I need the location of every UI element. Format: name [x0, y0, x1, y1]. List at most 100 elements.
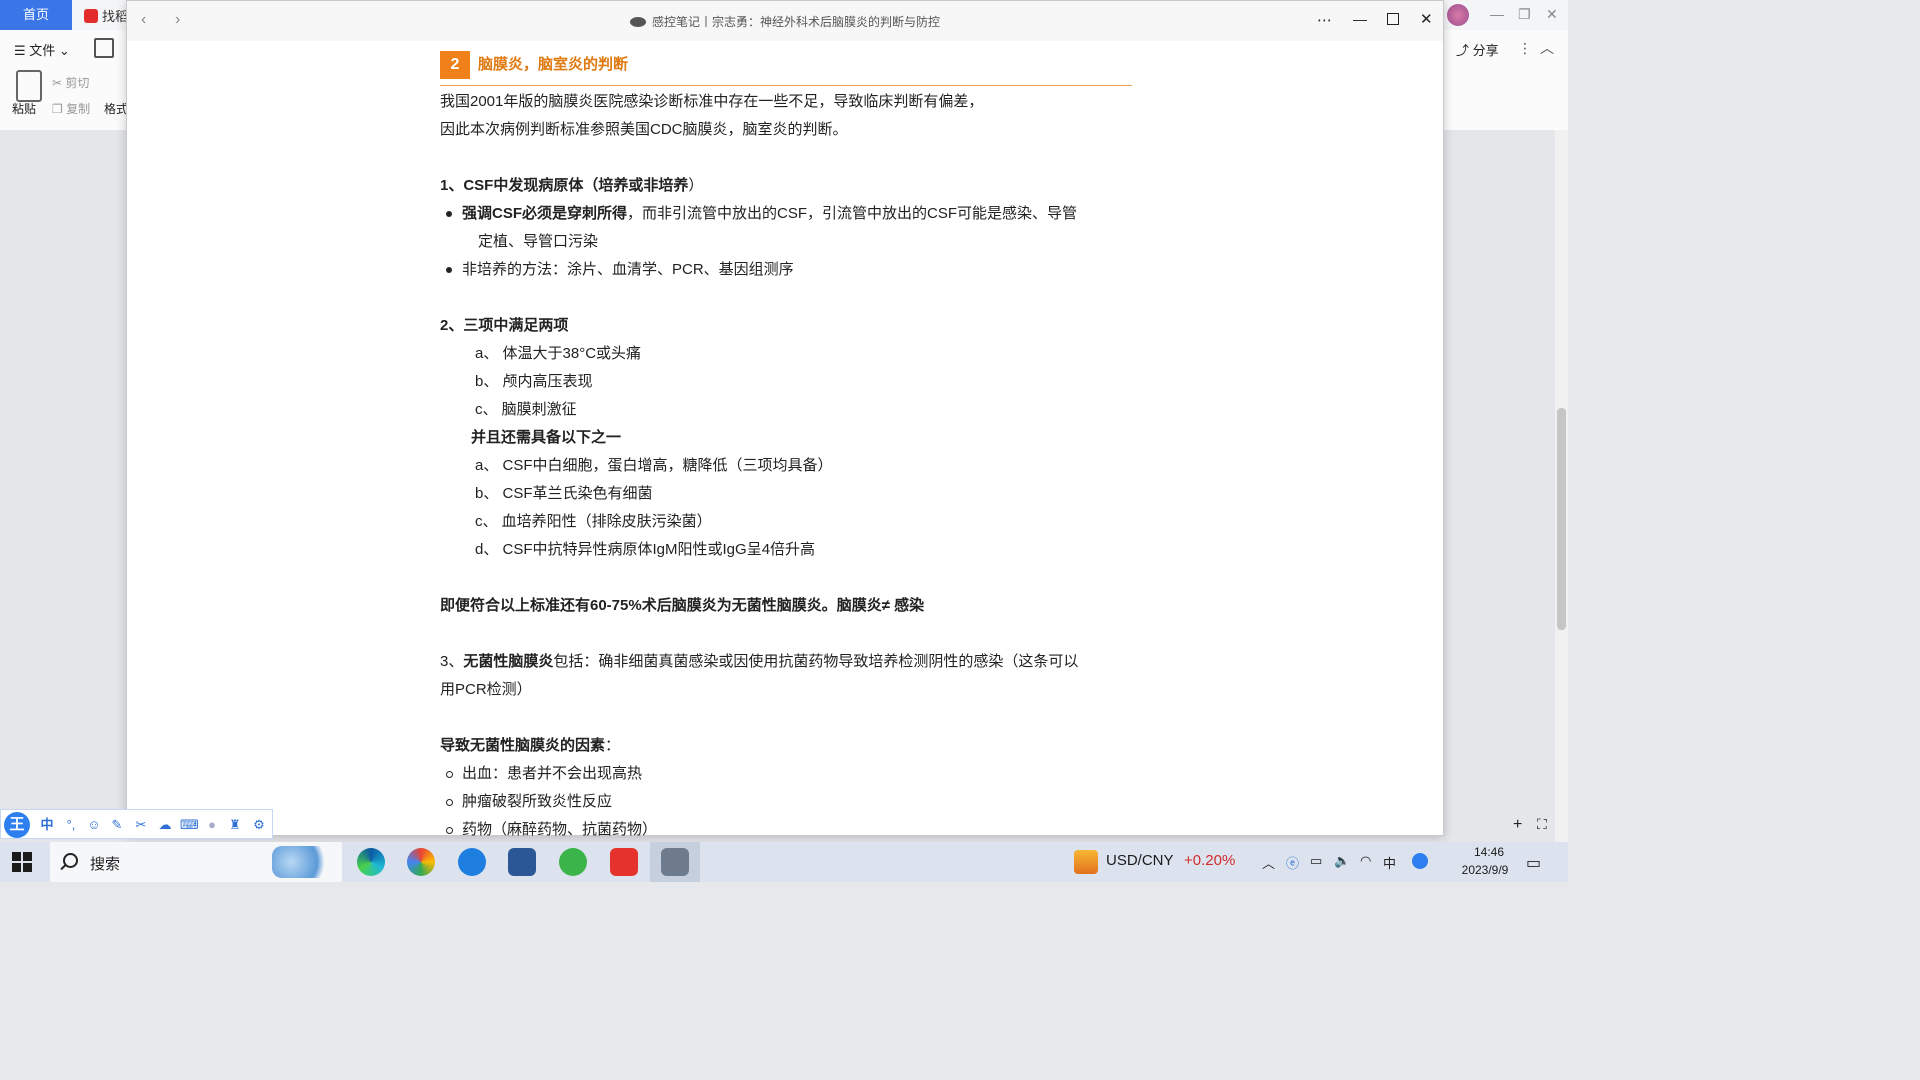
wps-logo-icon	[84, 9, 98, 23]
edge-icon[interactable]	[357, 848, 385, 876]
clock-date[interactable]: 2023/9/9	[1450, 863, 1520, 877]
paste-icon[interactable]	[16, 70, 42, 102]
punctuation-icon[interactable]: °,	[63, 817, 79, 833]
source-logo-icon	[629, 17, 646, 27]
list-item: b、 颅内高压表现	[475, 373, 593, 390]
jellyfish-highlight-icon	[272, 846, 336, 878]
currency-pair[interactable]: USD/CNY	[1106, 852, 1174, 869]
more-icon[interactable]: ⋮	[1518, 40, 1532, 57]
cut-label: 剪切	[65, 76, 90, 90]
criterion-2-title: 2、三项中满足两项	[440, 312, 1132, 340]
find-template-tab[interactable]: 找稻	[84, 6, 128, 25]
settings-icon[interactable]: ⚙	[251, 817, 267, 833]
criterion-1-bullet-2: 非培养的方法：涂片、血清学、PCR、基因组测序	[440, 256, 1132, 284]
save-icon[interactable]	[94, 38, 114, 58]
file-menu[interactable]: ☰ 文件 ⌄	[14, 40, 70, 59]
keyboard-icon[interactable]: ⌨	[180, 817, 199, 833]
tray-expand-icon[interactable]: ︿	[1262, 853, 1275, 872]
criterion-3-bold: 无菌性脑膜炎	[463, 653, 554, 670]
ime-mode-toggle[interactable]: 中	[39, 817, 55, 833]
intro-line-2: 因此本次病例判断标准参照美国CDC脑膜炎，脑室炎的判断。	[440, 121, 848, 138]
wifi-icon[interactable]: ◠	[1360, 853, 1371, 869]
paste-label[interactable]: 粘贴	[12, 100, 36, 117]
scrollbar-thumb[interactable]	[1557, 408, 1566, 630]
window-title: 感控笔记丨宗志勇：神经外科术后脑膜炎的判断与防控	[127, 13, 1443, 30]
copy-label: 复制	[66, 102, 91, 116]
cut-button[interactable]: ✂ 剪切	[52, 74, 89, 91]
criterion-1-bullet-1-bold: 强调CSF必须是穿刺所得	[462, 205, 628, 222]
volume-icon[interactable]: 🔈	[1334, 853, 1350, 869]
wps-icon[interactable]	[610, 848, 638, 876]
workspace-right	[1443, 130, 1555, 842]
ime-indicator[interactable]: 中	[1383, 853, 1396, 872]
list-item: b、 CSF革兰氏染色有细菌	[475, 485, 653, 502]
scissors-icon[interactable]: ✂	[133, 817, 149, 833]
ime-toolbar: 王 中 °, ☺ ✎ ✂ ☁ ⌨ ● ♜ ⚙	[0, 809, 273, 839]
share-button[interactable]: ⤴ 分享	[1456, 40, 1499, 59]
list-item: 出血：患者并不会出现高热	[440, 760, 1132, 788]
chrome-like-browser-icon[interactable]	[407, 848, 435, 876]
list-item: 强调CSF必须是穿刺所得，而非引流管中放出的CSF，引流管中放出的CSF可能是感…	[440, 200, 1132, 228]
window-close-icon[interactable]: ✕	[1420, 10, 1433, 28]
criterion-2-title-bold: 2、三项中满足两项	[440, 317, 569, 334]
title-bar: ‹ › 感控笔记丨宗志勇：神经外科术后脑膜炎的判断与防控 ⋯ — ✕	[127, 1, 1443, 41]
criterion-2-also-bold: 并且还需具备以下之一	[471, 429, 622, 446]
criterion-3-line: 3、无菌性脑膜炎包括：确非细菌真菌感染或因使用抗菌药物导致培养检测阴性的感染（这…	[440, 648, 1132, 676]
window-title-text: 感控笔记丨宗志勇：神经外科术后脑膜炎的判断与防控	[651, 15, 940, 29]
copy-button[interactable]: ❐ 复制	[52, 100, 90, 117]
emoji-icon[interactable]: ☺	[86, 817, 102, 833]
taskbar-search[interactable]: 搜索	[50, 842, 342, 882]
windows-start-icon[interactable]	[12, 852, 32, 872]
note-line: 即便符合以上标准还有60-75%术后脑膜炎为无菌性脑膜炎。脑膜炎≠ 感染	[440, 592, 1132, 620]
criterion-3-text: 包括：确非细菌真菌感染或因使用抗菌药物导致培养检测阴性的感染（这条可以	[553, 653, 1079, 670]
workspace-left	[0, 130, 126, 842]
list-item: c、 血培养阳性（排除皮肤污染菌）	[475, 513, 712, 530]
currency-widget-icon[interactable]	[1074, 850, 1098, 874]
note-bold: 即便符合以上标准还有60-75%术后脑膜炎为无菌性脑膜炎。脑膜炎≠ 感染	[440, 597, 925, 614]
cloud-icon[interactable]: ☁	[157, 817, 173, 833]
clock-time[interactable]: 14:46	[1460, 845, 1518, 859]
intro-line-1: 我国2001年版的脑膜炎医院感染诊断标准中存在一些不足，导致临床判断有偏差，	[440, 93, 984, 110]
handwriting-icon[interactable]: ✎	[109, 817, 125, 833]
minimize-icon[interactable]: —	[1490, 6, 1504, 22]
criterion-2-also: 并且还需具备以下之一	[440, 424, 1132, 452]
format-painter-label[interactable]: 格式	[104, 100, 128, 117]
wechat-browser-icon[interactable]	[661, 848, 689, 876]
window-minimize-icon[interactable]: —	[1353, 11, 1367, 27]
window-maximize-icon[interactable]	[1387, 13, 1399, 25]
currency-change[interactable]: +0.20%	[1184, 852, 1235, 869]
section-header: 2 脑膜炎，脑室炎的判断	[440, 51, 1132, 86]
criterion-1-bullet-1-text: ，而非引流管中放出的CSF，引流管中放出的CSF可能是感染、导管	[627, 205, 1078, 222]
word-icon[interactable]	[508, 848, 536, 876]
list-item: 肿瘤破裂所致炎性反应	[440, 788, 1132, 816]
criterion-3-prefix: 3、	[440, 653, 464, 670]
zoom-in-icon[interactable]: +	[1513, 816, 1522, 834]
notification-icon[interactable]: ▭	[1526, 853, 1541, 873]
search-icon	[63, 853, 78, 868]
more-options-icon[interactable]: ⋯	[1317, 11, 1332, 29]
battery-icon[interactable]: ▭	[1310, 853, 1322, 869]
wechat-icon[interactable]	[559, 848, 587, 876]
ie-browser-icon[interactable]	[458, 848, 486, 876]
find-tab-label: 找稻	[102, 9, 129, 24]
list-item: a、 CSF中白细胞，蛋白增高，糖降低（三项均具备）	[475, 457, 833, 474]
criterion-1-bullet-1-cont: 定植、导管口污染	[478, 233, 599, 250]
close-icon[interactable]: ✕	[1546, 6, 1558, 23]
criterion-1-title: 1、CSF中发现病原体（培养或非培养）	[440, 172, 1132, 200]
collapse-ribbon-icon[interactable]: ︿	[1540, 38, 1554, 58]
ime-logo[interactable]: 王	[4, 812, 30, 838]
restore-icon[interactable]: ❐	[1518, 6, 1531, 23]
avatar[interactable]	[1447, 4, 1469, 26]
user-icon[interactable]: ●	[204, 817, 220, 833]
list-item: a、 体温大于38°C或头痛	[475, 345, 642, 362]
ime-tray-icon[interactable]	[1412, 853, 1428, 869]
skin-icon[interactable]: ♜	[227, 817, 243, 833]
section-number: 2	[440, 51, 470, 79]
criterion-1-title-bold: 1、CSF中发现病原体（培养或非培养	[440, 177, 689, 194]
fullscreen-icon[interactable]: ⛶	[1537, 816, 1547, 833]
home-tab[interactable]: 首页	[0, 0, 72, 30]
criterion-1-title-end: ）	[688, 177, 704, 194]
criterion-3-cont: 用PCR检测）	[440, 681, 532, 698]
ie-tray-icon[interactable]: ⓔ	[1286, 853, 1299, 872]
article-window: ‹ › 感控笔记丨宗志勇：神经外科术后脑膜炎的判断与防控 ⋯ — ✕ 2 脑膜炎，…	[126, 0, 1444, 838]
